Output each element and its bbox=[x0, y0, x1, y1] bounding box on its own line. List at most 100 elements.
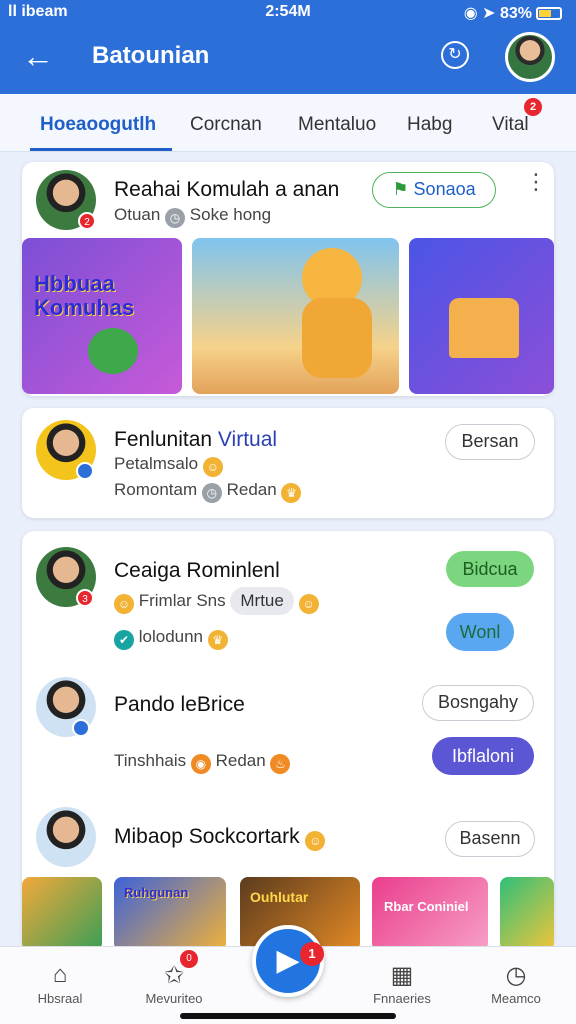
battery-percent: 83% bbox=[499, 5, 532, 22]
profile-avatar[interactable] bbox=[505, 32, 555, 82]
action-button[interactable]: Bosngahy bbox=[422, 685, 534, 721]
tab-vital[interactable]: Vital bbox=[492, 114, 529, 136]
emoji-icon: ☺ bbox=[305, 831, 326, 851]
post-card[interactable]: 2 Reahai Komulah a anan Otuan ◷ Soke hon… bbox=[22, 162, 554, 396]
clock-icon: ◷ bbox=[505, 962, 527, 989]
tab-mentaluo[interactable]: Mentaluo bbox=[298, 114, 376, 136]
home-icon: ⌂ bbox=[52, 961, 68, 988]
thumbnail-image[interactable] bbox=[22, 877, 102, 951]
meta-right: Redan bbox=[215, 751, 266, 770]
follow-button[interactable]: ⚑ Sonaoa bbox=[372, 172, 496, 208]
more-options-icon[interactable]: ⋮ bbox=[525, 171, 547, 193]
refresh-icon[interactable]: ↻ bbox=[441, 41, 469, 69]
avatar-badge: 3 bbox=[76, 589, 94, 607]
meta-left: Romontam bbox=[114, 480, 198, 499]
tab-habg[interactable]: Habg bbox=[407, 114, 452, 136]
clock-icon: ◷ bbox=[201, 483, 222, 503]
nav-label: Fnnaeries bbox=[373, 991, 431, 1006]
battery-status: ◉ ➤ 83% bbox=[464, 3, 562, 23]
meta-line1: Petalmsalo bbox=[114, 454, 199, 473]
meta-left: Tinshhais bbox=[114, 751, 187, 770]
tab-notification-badge: 2 bbox=[524, 98, 542, 116]
action-button[interactable]: Bidcua bbox=[446, 551, 534, 587]
thumbnail-title: Ouhlutar bbox=[250, 889, 309, 905]
avatar-badge: 2 bbox=[78, 212, 96, 230]
meta-text: Frimlar Sns bbox=[138, 591, 226, 610]
nav-label: Mevuriteo bbox=[145, 991, 203, 1006]
thumbnail-image[interactable]: Ruhgunan bbox=[114, 877, 226, 951]
star-icon: ✩ bbox=[163, 962, 185, 989]
illustration-shape bbox=[88, 328, 138, 374]
meta-text: lolodunn bbox=[138, 627, 204, 646]
post-meta: ☺ Frimlar Sns Mrtue ☺ bbox=[114, 587, 319, 615]
avatar-badge bbox=[76, 462, 94, 480]
illustration-shape bbox=[449, 298, 519, 358]
flame-icon: ♨ bbox=[270, 754, 291, 774]
emoji-icon: ☺ bbox=[114, 594, 134, 614]
avatar-badge bbox=[72, 719, 90, 737]
action-button[interactable]: Bersan bbox=[445, 424, 535, 460]
nav-label: Meamco bbox=[491, 991, 541, 1006]
home-indicator[interactable] bbox=[180, 1013, 396, 1019]
author-text: Mibaop Sockcortark bbox=[114, 825, 300, 848]
author-name[interactable]: Reahai Komulah a anan bbox=[114, 178, 339, 202]
meta-right: Redan bbox=[226, 480, 277, 499]
action-button[interactable]: Basenn bbox=[445, 821, 535, 857]
nav-label: Hbsraal bbox=[37, 991, 83, 1006]
post-card[interactable]: Fenlunitan Virtual Petalmsalo ☺ Romontam… bbox=[22, 408, 554, 518]
post-meta: Romontam ◷ Redan ♛ bbox=[114, 480, 302, 503]
post-meta: Otuan ◷ Soke hong bbox=[114, 205, 271, 228]
author-name[interactable]: Fenlunitan Virtual bbox=[114, 428, 277, 452]
post-meta: Petalmsalo ☺ bbox=[114, 454, 223, 477]
active-tab-indicator bbox=[30, 148, 172, 151]
author-name[interactable]: Mibaop Sockcortark ☺ bbox=[114, 825, 326, 851]
author-name[interactable]: Pando leBrice bbox=[114, 693, 245, 717]
illustration-shape bbox=[302, 298, 372, 378]
author-highlight: Virtual bbox=[217, 428, 278, 451]
meta-right: Soke hong bbox=[189, 205, 272, 224]
status-bar: ll ibeam 2:54M ◉ ➤ 83% bbox=[0, 0, 576, 26]
back-arrow-icon[interactable]: ← bbox=[22, 38, 54, 74]
action-button[interactable]: Wonl bbox=[446, 613, 514, 651]
tab-bar: Hoeaoogutlh Corcnan Mentaluo Habg Vital bbox=[0, 94, 576, 152]
follow-label: Sonaoa bbox=[413, 179, 476, 199]
author-name[interactable]: Ceaiga Rominlenl bbox=[114, 559, 280, 583]
battery-icon bbox=[536, 7, 562, 20]
thumbnail-image[interactable] bbox=[409, 238, 554, 394]
tab-hoeaoogutlh[interactable]: Hoeaoogutlh bbox=[40, 114, 156, 136]
crown-icon: ♛ bbox=[207, 630, 228, 650]
meta-left: Otuan bbox=[114, 205, 161, 224]
flag-icon: ⚑ bbox=[392, 179, 409, 199]
calendar-icon: ▦ bbox=[390, 962, 414, 989]
app-bar: ll ibeam 2:54M ◉ ➤ 83% ← Batounian ↻ bbox=[0, 0, 576, 94]
nav-item-events[interactable]: ▦ Fnnaeries bbox=[352, 961, 452, 1006]
fire-icon: ◉ bbox=[190, 754, 211, 774]
crown-icon: ♛ bbox=[281, 483, 302, 503]
post-card[interactable]: 3 Ceaiga Rominlenl ☺ Frimlar Sns Mrtue ☺… bbox=[22, 531, 554, 951]
nav-item-favorites[interactable]: ✩ Mevuriteo bbox=[124, 961, 224, 1006]
thumbnail-image[interactable] bbox=[500, 877, 554, 951]
page-title: Batounian bbox=[92, 42, 210, 69]
play-icon: ▶ bbox=[276, 944, 300, 977]
post-meta: ✔ lolodunn ♛ bbox=[114, 627, 228, 650]
nav-item-history[interactable]: ◷ Meamco bbox=[466, 961, 566, 1006]
post-meta: Tinshhais ◉ Redan ♨ bbox=[114, 751, 291, 774]
thumbnail-image[interactable]: Hbbuaa Komuhas bbox=[22, 238, 182, 394]
emoji-icon: ☺ bbox=[298, 594, 319, 614]
emoji-icon: ☺ bbox=[202, 457, 223, 477]
avatar[interactable] bbox=[36, 807, 96, 867]
fab-badge: 1 bbox=[300, 942, 324, 966]
tab-corcnan[interactable]: Corcnan bbox=[190, 114, 262, 136]
nav-badge: 0 bbox=[180, 950, 198, 968]
tag-chip[interactable]: Mrtue bbox=[230, 587, 294, 615]
wifi-icon: ◉ ➤ bbox=[463, 5, 500, 22]
check-icon: ✔ bbox=[114, 630, 134, 650]
thumbnail-title: Hbbuaa Komuhas bbox=[34, 271, 135, 320]
thumbnail-image[interactable] bbox=[192, 238, 399, 394]
thumbnail-title: Ruhgunan bbox=[124, 885, 189, 900]
author-first: Fenlunitan bbox=[114, 428, 213, 451]
thumbnail-image[interactable]: Rbar Coniniel bbox=[372, 877, 488, 951]
nav-item-home[interactable]: ⌂ Hbsraal bbox=[10, 961, 110, 1006]
action-button[interactable]: Ibflaloni bbox=[432, 737, 534, 775]
clock-icon: ◷ bbox=[165, 208, 186, 228]
